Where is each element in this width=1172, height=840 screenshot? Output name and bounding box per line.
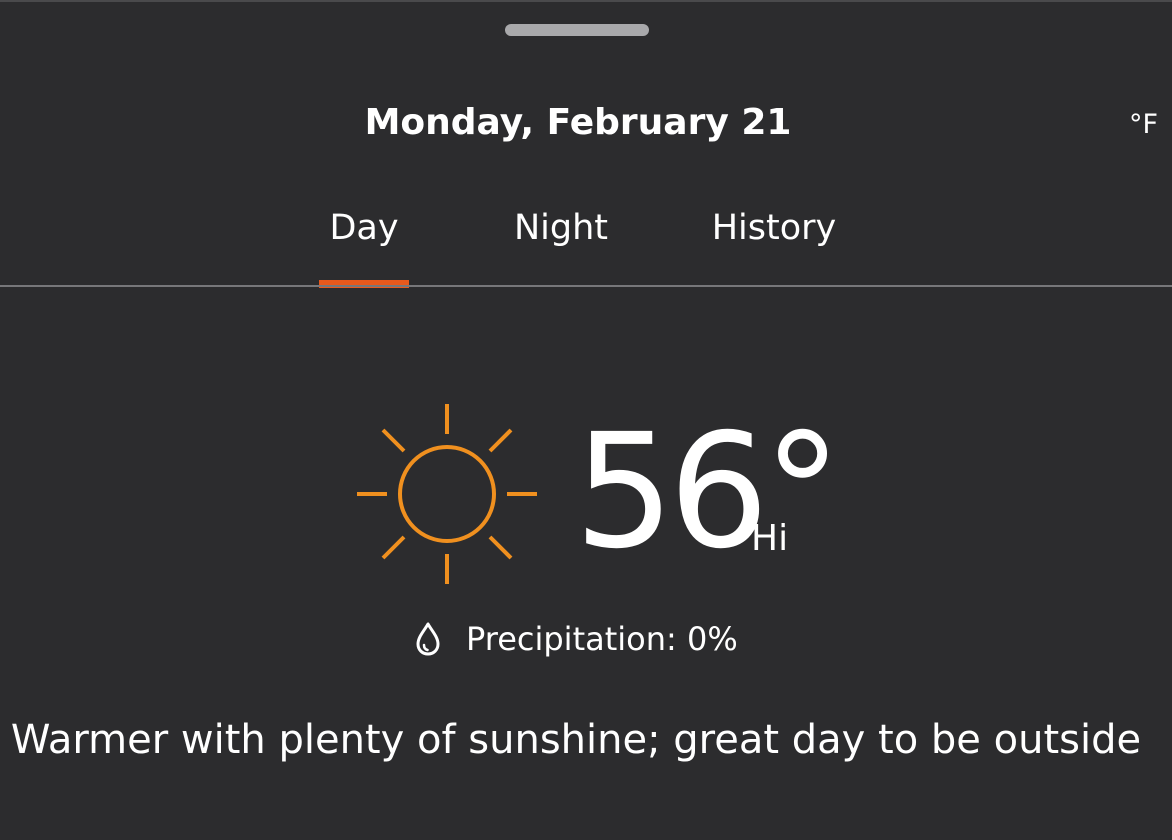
temperature-unit-toggle[interactable]: °F (1129, 106, 1158, 144)
high-temperature: 56° (574, 400, 842, 584)
forecast-summary: Warmer with plenty of sunshine; great da… (10, 717, 1142, 763)
precipitation-row: Precipitation: 0% (414, 614, 738, 664)
date-title: Monday, February 21 (364, 102, 792, 143)
tab-day-label: Day (329, 208, 399, 248)
precipitation-text: Precipitation: 0% (466, 620, 738, 658)
sun-icon (357, 404, 537, 584)
tab-night-label: Night (513, 208, 609, 248)
tab-history-label: History (711, 208, 837, 248)
forecast-tabs: Day Night History (0, 200, 1172, 288)
tab-day[interactable]: Day (304, 200, 424, 288)
tabs-divider (0, 285, 1172, 287)
top-border (0, 0, 1172, 2)
tab-history[interactable]: History (698, 200, 850, 288)
raindrop-icon (416, 622, 440, 656)
sheet-drag-handle[interactable] (505, 24, 649, 36)
tab-night[interactable]: Night (500, 200, 622, 288)
high-temperature-label: Hi (751, 518, 789, 559)
